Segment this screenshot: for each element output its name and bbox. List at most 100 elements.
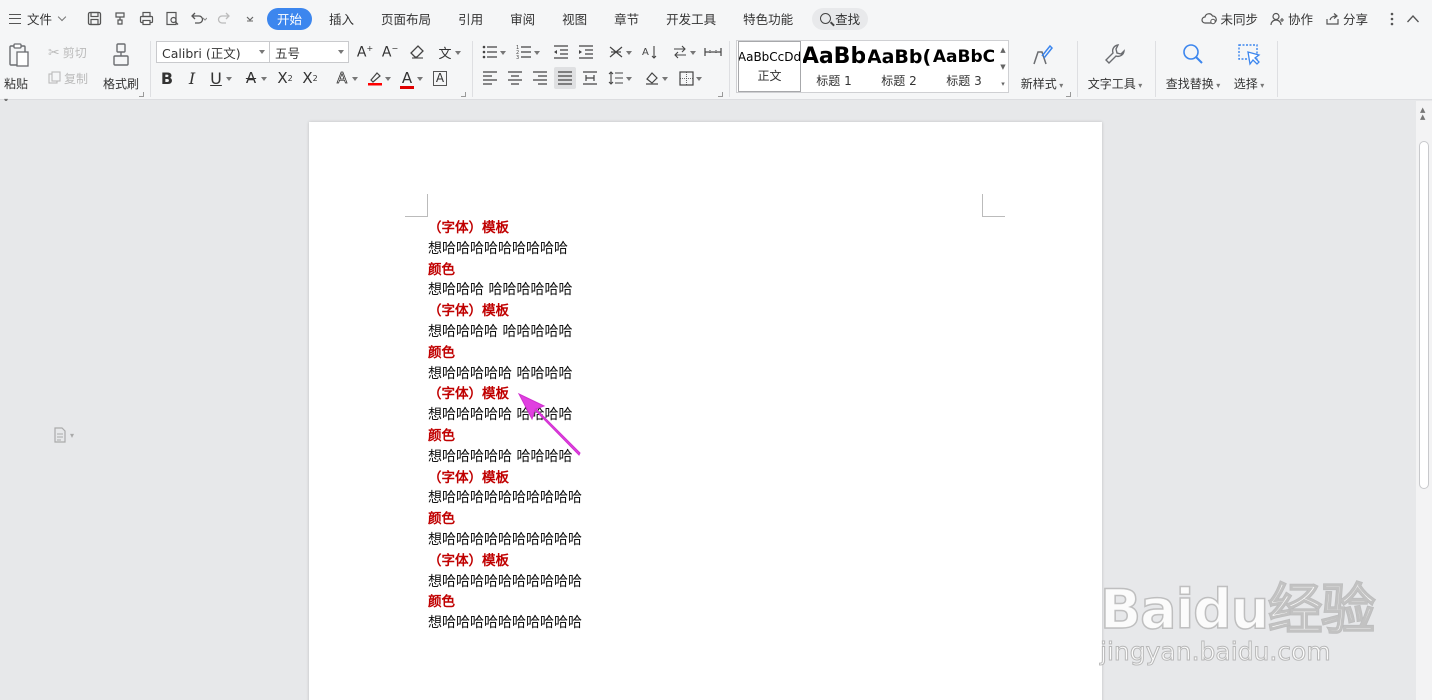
align-center-icon[interactable] — [504, 67, 526, 89]
clipboard-dialog-launcher[interactable] — [139, 92, 144, 97]
document-heading-line[interactable]: 颜色 — [428, 343, 582, 364]
italic-icon[interactable]: I — [181, 67, 203, 89]
copy-label: 复制 — [64, 72, 89, 86]
more-options-icon[interactable] — [1390, 12, 1394, 26]
numbered-list-icon[interactable]: 123 — [513, 41, 540, 63]
tab-review[interactable]: 审阅 — [500, 8, 545, 30]
document-text-line[interactable]: 想哈哈哈哈哈哈哈哈哈 — [428, 239, 582, 260]
clear-format-icon[interactable] — [406, 41, 428, 63]
document-heading-line[interactable]: （字体）模板 — [428, 551, 582, 572]
phonetic-guide-icon[interactable]: 文 — [434, 41, 461, 63]
new-style-button[interactable]: 新样式 ▾ — [1018, 41, 1066, 92]
font-name-select[interactable]: Calibri (正文) — [156, 41, 270, 63]
tab-section[interactable]: 章节 — [604, 8, 649, 30]
borders-icon[interactable] — [675, 67, 702, 89]
show-hide-marks-icon[interactable] — [702, 41, 724, 63]
paste-button[interactable]: 粘贴 ▾ — [4, 41, 34, 106]
document-text-line[interactable]: 想哈哈哈 哈哈哈哈哈哈 — [428, 280, 582, 301]
print-preview-icon[interactable] — [161, 8, 183, 30]
share-button[interactable]: 分享 — [1325, 9, 1368, 28]
style-heading-2[interactable]: AaBb( 标题 2 — [868, 41, 930, 92]
collapse-ribbon-icon[interactable] — [1406, 14, 1420, 24]
copy-button[interactable]: 复制 — [48, 70, 88, 87]
format-painter-quick-icon[interactable] — [109, 8, 131, 30]
style-normal[interactable]: AaBbCcDd 正文 — [738, 41, 801, 92]
align-right-icon[interactable] — [529, 67, 551, 89]
redo-icon[interactable] — [213, 8, 235, 30]
document-text-line[interactable]: 想哈哈哈哈 哈哈哈哈哈 — [428, 322, 582, 343]
grow-font-icon[interactable]: A+ — [354, 41, 376, 63]
style-heading-1[interactable]: AaBb 标题 1 — [803, 41, 865, 92]
tab-page-layout[interactable]: 页面布局 — [371, 8, 441, 30]
style-normal-label: 正文 — [757, 68, 782, 83]
print-icon[interactable] — [135, 8, 157, 30]
tab-home[interactable]: 开始 — [267, 7, 313, 30]
document-text-line[interactable]: 想哈哈哈哈哈哈哈哈哈哈 — [428, 572, 582, 593]
sort-icon[interactable]: A — [639, 41, 661, 63]
scroll-up-arrows-icon[interactable]: ▲ ▲ — [1420, 107, 1425, 121]
document-heading-line[interactable]: （字体）模板 — [428, 218, 582, 239]
document-heading-line[interactable]: 颜色 — [428, 509, 582, 530]
tab-references[interactable]: 引用 — [448, 8, 493, 30]
font-size-select[interactable]: 五号 — [269, 41, 349, 63]
document-text-line[interactable]: 想哈哈哈哈哈哈哈哈哈哈 — [428, 488, 582, 509]
bullet-list-icon[interactable] — [479, 41, 506, 63]
character-border-icon[interactable]: A — [429, 67, 451, 89]
style-heading-3-sample: AaBbC — [933, 46, 995, 67]
find-replace-button[interactable]: 查找替换 ▾ — [1162, 41, 1224, 92]
align-left-icon[interactable] — [479, 67, 501, 89]
shrink-font-icon[interactable]: A− — [379, 41, 401, 63]
tab-developer[interactable]: 开发工具 — [656, 8, 726, 30]
paragraph-layout-icon[interactable]: ▾ — [53, 427, 74, 443]
styles-gallery-scroll[interactable]: ▲ ▼ ▾ — [998, 41, 1008, 92]
customize-toolbar-icon[interactable] — [239, 8, 261, 30]
superscript-icon[interactable]: X2 — [274, 67, 296, 89]
bold-icon[interactable]: B — [156, 67, 178, 89]
cut-button[interactable]: ✂ 剪切 — [48, 44, 87, 61]
tab-view[interactable]: 视图 — [552, 8, 597, 30]
distributed-align-icon[interactable] — [579, 67, 601, 89]
line-spacing-icon[interactable] — [605, 67, 632, 89]
file-menu[interactable]: 文件 — [0, 0, 67, 37]
font-color-icon[interactable]: A — [396, 67, 423, 89]
file-menu-label: 文件 — [27, 12, 53, 27]
strikethrough-icon[interactable]: A — [240, 67, 267, 89]
text-direction-icon[interactable] — [669, 41, 696, 63]
save-icon[interactable] — [83, 8, 105, 30]
style-heading-3[interactable]: AaBbC 标题 3 — [933, 41, 995, 92]
tab-special-features[interactable]: 特色功能 — [733, 8, 803, 30]
document-text-line[interactable]: 想哈哈哈哈哈哈哈哈哈哈 — [428, 613, 582, 634]
shading-icon[interactable] — [641, 67, 668, 89]
decrease-indent-icon[interactable] — [550, 41, 572, 63]
chinese-layout-icon[interactable] — [605, 41, 632, 63]
style-heading-1-label: 标题 1 — [816, 73, 852, 88]
scroll-thumb[interactable] — [1419, 141, 1429, 489]
expand-gallery-icon[interactable]: ▾ — [1001, 80, 1005, 88]
font-dialog-launcher[interactable] — [461, 92, 466, 97]
tab-insert[interactable]: 插入 — [319, 8, 364, 30]
sync-status-button[interactable]: 未同步 — [1201, 9, 1258, 28]
scroll-down-icon[interactable]: ▼ — [1000, 63, 1005, 71]
text-effect-icon[interactable]: A — [331, 67, 358, 89]
document-heading-line[interactable]: （字体）模板 — [428, 468, 582, 489]
document-heading-line[interactable]: 颜色 — [428, 592, 582, 613]
justify-icon[interactable] — [554, 67, 576, 89]
scroll-up-icon[interactable]: ▲ — [1000, 46, 1005, 54]
document-page[interactable]: （字体）模板 想哈哈哈哈哈哈哈哈哈 颜色 想哈哈哈 哈哈哈哈哈哈 （字体）模板 想哈哈哈哈… — [309, 122, 1102, 700]
paragraph-dialog-launcher[interactable] — [718, 92, 723, 97]
vertical-scrollbar[interactable]: ▲ ▲ — [1416, 101, 1432, 700]
highlight-color-icon[interactable] — [364, 67, 391, 89]
document-text-line[interactable]: 想哈哈哈哈哈哈哈哈哈哈 — [428, 530, 582, 551]
text-tools-button[interactable]: 文字工具 ▾ — [1084, 41, 1146, 92]
collaborate-button[interactable]: 协作 — [1270, 9, 1313, 28]
increase-indent-icon[interactable] — [575, 41, 597, 63]
underline-icon[interactable]: U — [205, 67, 232, 89]
search-button[interactable]: 查找 — [812, 7, 869, 30]
document-heading-line[interactable]: （字体）模板 — [428, 301, 582, 322]
document-heading-line[interactable]: 颜色 — [428, 260, 582, 281]
undo-icon[interactable] — [187, 8, 209, 30]
subscript-icon[interactable]: X2 — [299, 67, 321, 89]
styles-dialog-launcher[interactable] — [1066, 92, 1071, 97]
format-painter-button[interactable]: 格式刷 — [101, 41, 141, 92]
select-button[interactable]: 选择 ▾ — [1230, 41, 1268, 92]
